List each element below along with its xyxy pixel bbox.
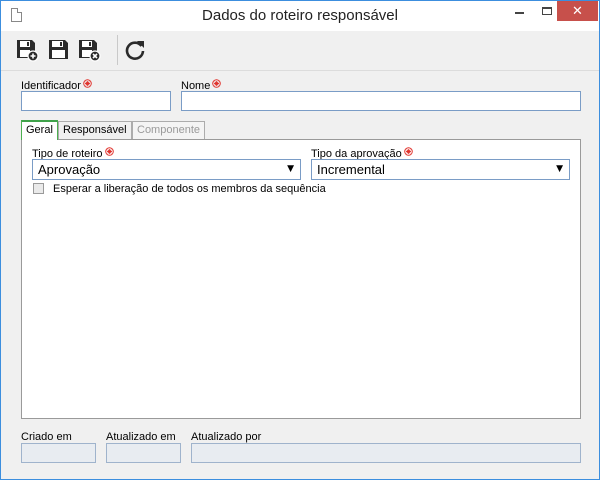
tab-componente: Componente: [132, 121, 205, 139]
atualizado-por-field: [191, 443, 581, 463]
minimize-icon: [515, 12, 524, 14]
esperar-checkbox[interactable]: [33, 183, 44, 194]
criado-em-field: [21, 443, 96, 463]
toolbar: [1, 31, 599, 71]
refresh-icon: [125, 41, 145, 60]
atualizado-em-label: Atualizado em: [106, 431, 176, 443]
dialog-window: Dados do roteiro responsável ✕ Identific…: [0, 0, 600, 480]
tipo-aprovacao-value: Incremental: [317, 162, 385, 177]
maximize-icon: [541, 7, 552, 15]
save-button[interactable]: [47, 38, 71, 62]
tab-responsavel[interactable]: Responsável: [58, 121, 132, 139]
atualizado-por-label: Atualizado por: [191, 431, 262, 443]
tab-geral[interactable]: Geral: [21, 120, 58, 140]
required-icon: [83, 79, 92, 88]
criado-em-label: Criado em: [21, 431, 72, 443]
save-new-button[interactable]: [15, 38, 39, 62]
required-icon: [104, 147, 114, 156]
tipo-roteiro-select[interactable]: Aprovação ▼: [32, 159, 301, 180]
save-close-button[interactable]: [77, 38, 101, 62]
dropdown-arrow-icon: ▼: [556, 164, 563, 174]
minimize-button[interactable]: [506, 1, 533, 21]
tipo-roteiro-value: Aprovação: [38, 162, 101, 177]
save-close-icon: [79, 40, 101, 62]
toolbar-separator: [117, 35, 118, 65]
required-icon: [403, 147, 413, 156]
save-icon: [49, 40, 68, 59]
dropdown-arrow-icon: ▼: [287, 164, 294, 174]
tab-panel-geral: Tipo de roteiro Aprovação ▼ Tipo da apro…: [21, 139, 581, 419]
tipo-aprovacao-select[interactable]: Incremental ▼: [311, 159, 570, 180]
save-new-icon: [17, 40, 39, 62]
maximize-button[interactable]: [533, 1, 560, 21]
title-bar[interactable]: Dados do roteiro responsável ✕: [1, 1, 599, 31]
required-icon: [212, 79, 222, 88]
nome-field[interactable]: [181, 91, 581, 111]
identificador-field[interactable]: [21, 91, 171, 111]
esperar-label: Esperar a liberação de todos os membros …: [53, 183, 326, 195]
atualizado-em-field: [106, 443, 181, 463]
close-icon: ✕: [572, 3, 583, 19]
close-button[interactable]: ✕: [557, 1, 598, 21]
refresh-button[interactable]: [123, 38, 147, 62]
